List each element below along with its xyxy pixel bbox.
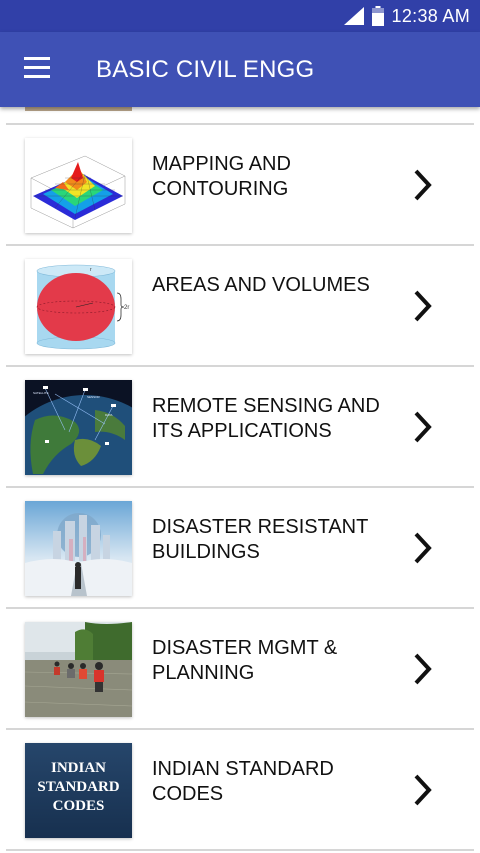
mapping-thumbnail xyxy=(25,138,132,233)
list-item-remote-sensing[interactable]: SATELLITE SENSOR DATA REMOTE SENSING AND I… xyxy=(6,367,474,486)
chevron-right-icon xyxy=(414,290,432,322)
app-bar: BASIC CIVIL ENGG xyxy=(0,32,480,107)
chevron-right-icon xyxy=(414,169,432,201)
list-item-label: MAPPING AND CONTOURING xyxy=(152,153,291,200)
disaster-mgmt-thumbnail xyxy=(25,622,132,717)
list-item-disaster-mgmt[interactable]: DISASTER MGMT & PLANNING xyxy=(6,609,474,728)
list-item-areas-and-volumes[interactable]: 2r r AREAS AND VOLUMES xyxy=(6,246,474,365)
remote-sensing-thumbnail: SATELLITE SENSOR DATA xyxy=(25,380,132,475)
chevron-right-icon xyxy=(414,653,432,685)
areas-volumes-thumbnail: 2r r xyxy=(25,259,132,354)
menu-icon[interactable] xyxy=(24,57,50,79)
disaster-resistant-thumbnail xyxy=(25,501,132,596)
list-divider xyxy=(6,849,474,851)
svg-text:SENSOR: SENSOR xyxy=(87,395,101,399)
previous-item-thumbnail-edge xyxy=(25,107,132,111)
status-bar: 12:38 AM xyxy=(0,0,480,32)
battery-icon xyxy=(371,6,384,26)
svg-text:2r: 2r xyxy=(124,305,129,311)
status-time: 12:38 AM xyxy=(391,5,470,26)
indian-standard-codes-thumbnail: INDIAN STANDARD CODES xyxy=(25,743,132,838)
chevron-right-icon xyxy=(414,532,432,564)
list-item-label: INDIAN STANDARD CODES xyxy=(152,758,334,805)
list-item-indian-standard-codes[interactable]: INDIAN STANDARD CODES INDIAN STANDARD CO… xyxy=(6,730,474,849)
thumbnail-text: INDIAN STANDARD CODES xyxy=(37,760,120,814)
chevron-right-icon xyxy=(414,411,432,443)
app-title: BASIC CIVIL ENGG xyxy=(96,56,315,83)
list-item-label: DISASTER MGMT & PLANNING xyxy=(152,637,338,684)
list-item-mapping-and-contouring[interactable]: MAPPING AND CONTOURING xyxy=(6,125,474,244)
chevron-right-icon xyxy=(414,774,432,806)
list-item-label: REMOTE SENSING AND ITS APPLICATIONS xyxy=(152,395,380,442)
list-item-disaster-resistant-buildings[interactable]: DISASTER RESISTANT BUILDINGS xyxy=(6,488,474,607)
list-item-label: AREAS AND VOLUMES xyxy=(152,274,370,296)
list-item-label: DISASTER RESISTANT BUILDINGS xyxy=(152,516,368,563)
signal-icon xyxy=(343,7,364,25)
svg-text:DATA: DATA xyxy=(105,413,113,417)
svg-text:SATELLITE: SATELLITE xyxy=(33,391,49,395)
